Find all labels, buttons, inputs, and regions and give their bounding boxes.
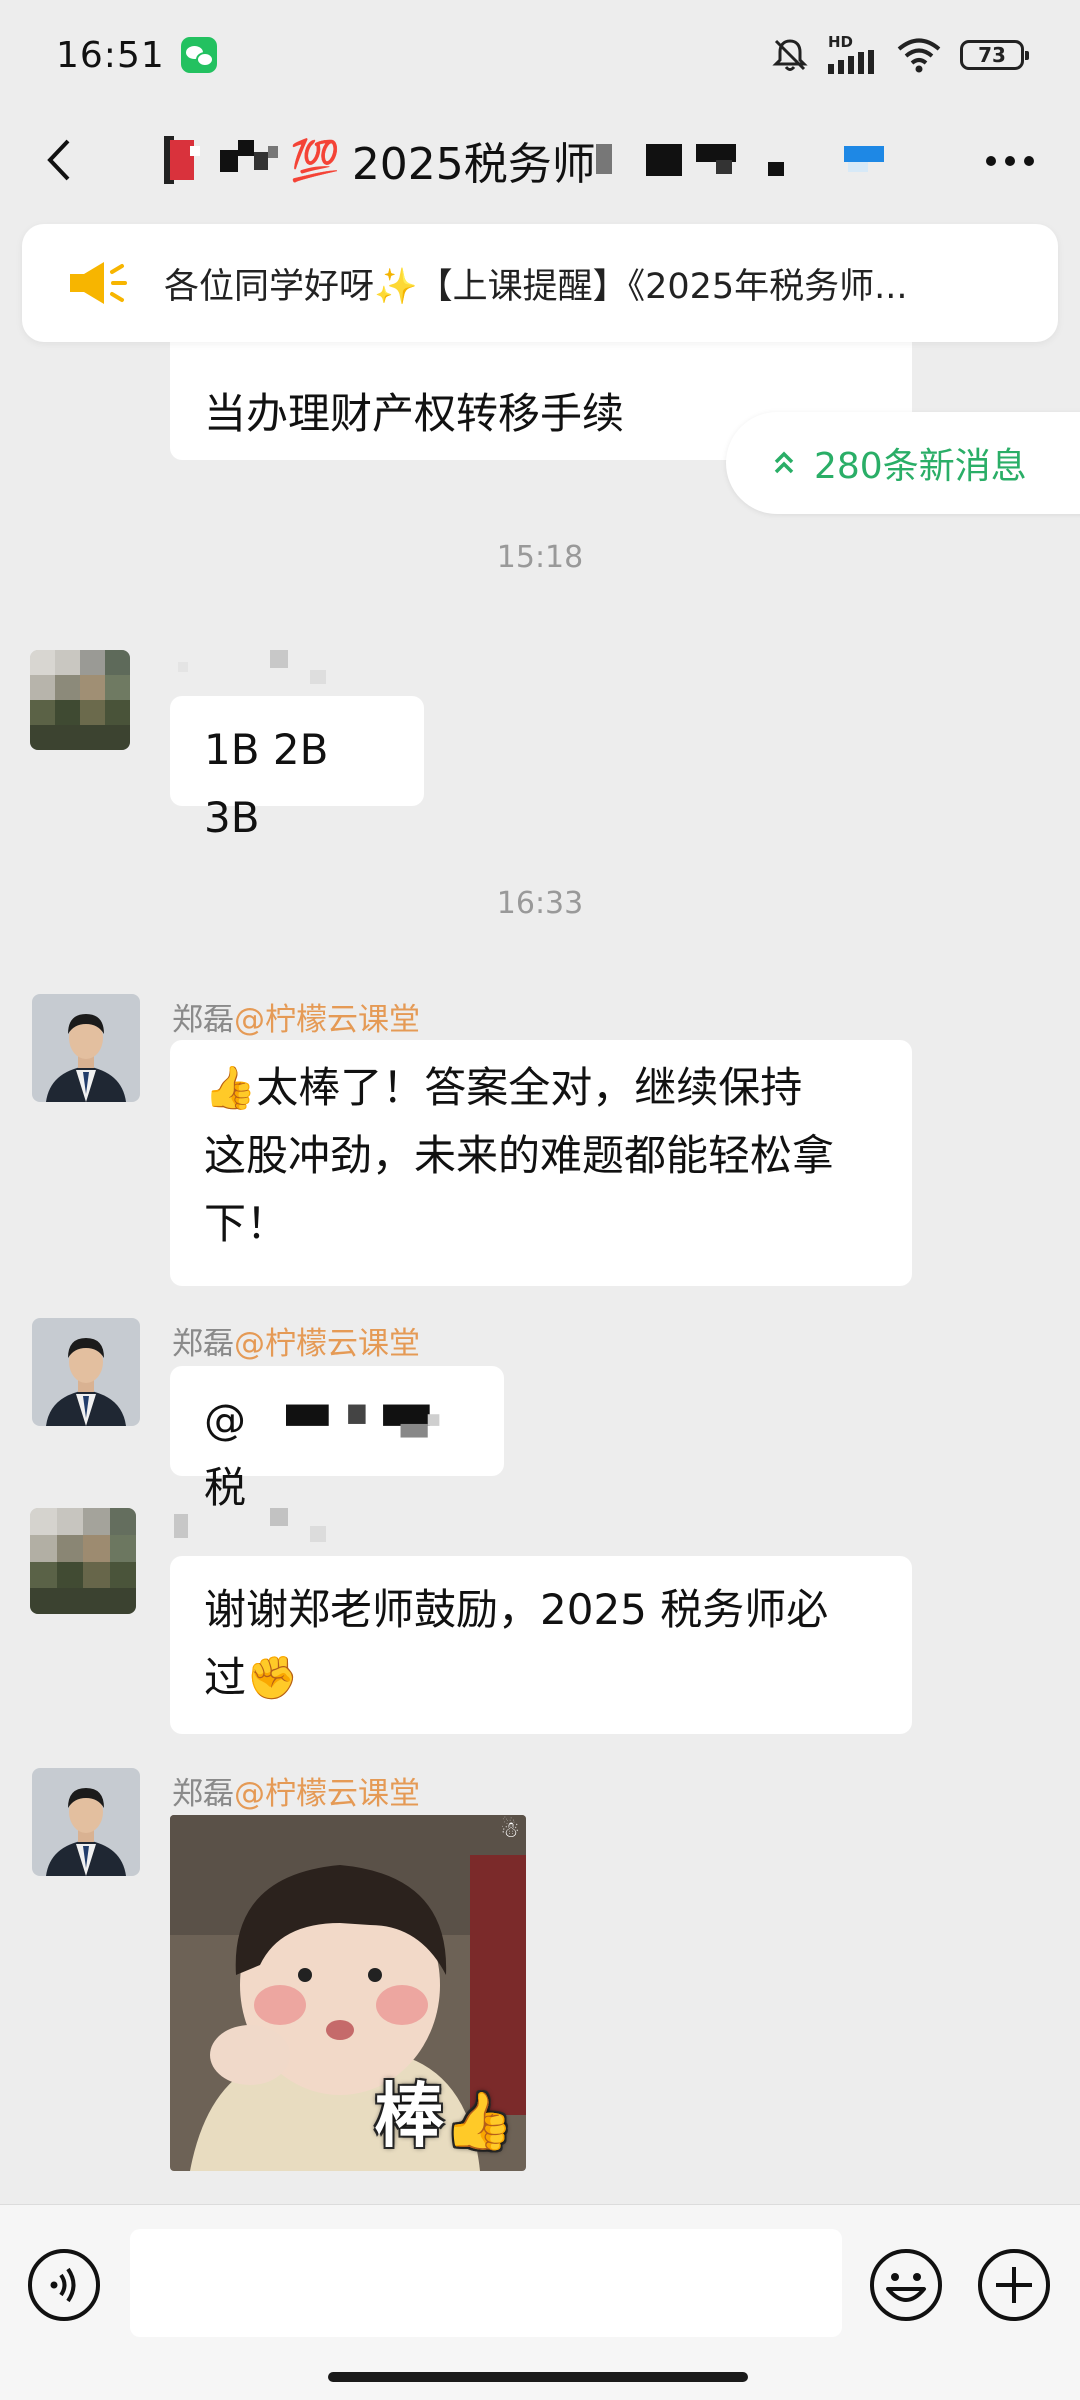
message-text: @税 [204, 1395, 247, 1512]
group-logo-icon [164, 136, 200, 184]
time-divider: 15:18 [496, 540, 584, 575]
censored-sender-name [178, 650, 326, 684]
battery-level: 73 [978, 43, 1006, 67]
title-emoji: 💯 [290, 137, 340, 184]
teacher-avatar[interactable] [32, 994, 140, 1102]
mute-bell-icon [772, 39, 808, 71]
sender-org: @柠檬云课堂 [234, 1002, 420, 1038]
double-chevron-up-icon [774, 451, 794, 474]
wechat-notification-icon [180, 37, 217, 73]
message-text-line-1: 谢谢郑老师鼓励，2025 税务师必 [204, 1585, 829, 1634]
message-bubble[interactable]: 👍太棒了！答案全对，继续保持 这股冲劲，未来的难题都能轻松拿 下！ [170, 1040, 912, 1286]
new-messages-label: 280条新消息 [814, 446, 1027, 487]
avatar[interactable] [30, 1508, 136, 1614]
signal-group: HD [828, 32, 878, 76]
teacher-avatar[interactable] [32, 1768, 140, 1876]
message-line: 👍太棒了！答案全对，继续保持 [204, 1054, 878, 1122]
censored-block [220, 140, 278, 172]
sender-name: 郑磊@柠檬云课堂 [172, 1768, 420, 1813]
battery-indicator: 73 [960, 40, 1029, 70]
signal-icon [828, 49, 874, 74]
more-actions-button[interactable] [976, 2247, 1052, 2323]
censored-block [595, 144, 884, 176]
sender-org: @柠檬云课堂 [234, 1326, 420, 1362]
voice-input-button[interactable] [26, 2247, 102, 2323]
more-icon[interactable] [970, 126, 1050, 196]
nav-bar: 💯 2025税务师 [0, 110, 1080, 210]
message-bubble[interactable]: @税 [170, 1366, 504, 1512]
input-bar [0, 2204, 1080, 2400]
group-announcement[interactable]: 各位同学好呀✨【上课提醒】《2025年税务师... [22, 224, 1058, 342]
sticker-caption-text: 棒 [374, 2075, 444, 2157]
status-icons: HD 73 [770, 32, 1029, 76]
network-label: HD [828, 32, 854, 51]
message-text-line-2: 这股冲劲，未来的难题都能轻松拿 [204, 1131, 835, 1180]
back-icon[interactable] [20, 120, 100, 200]
title-text: 2025税务师 [351, 139, 596, 190]
time-divider: 16:33 [496, 886, 584, 921]
sender-name-text: 郑磊 [172, 1776, 234, 1812]
fist-emoji: ✊ [246, 1653, 299, 1702]
teacher-avatar[interactable] [32, 1318, 140, 1426]
sender-name: 郑磊@柠檬云课堂 [172, 1318, 420, 1363]
svg-text:☃: ☃ [500, 1816, 520, 1843]
home-indicator[interactable] [328, 2372, 748, 2382]
sticker-thumbs-emoji: 👍 [444, 2089, 514, 2154]
status-time: 16:51 [56, 34, 165, 76]
message-text: 当办理财产权转移手续 [204, 389, 625, 438]
status-bar: 16:51 HD 73 [0, 0, 1080, 110]
announcement-text: 各位同学好呀✨【上课提醒】《2025年税务师... [164, 266, 908, 307]
message-text-line-1: 太棒了！答案全对，继续保持 [256, 1063, 803, 1112]
sticker-caption: 棒👍 [374, 2060, 514, 2161]
sender-name: 郑磊@柠檬云课堂 [172, 994, 420, 1039]
emoji-button[interactable] [868, 2247, 944, 2323]
message-text-line-3: 下！ [204, 1199, 289, 1248]
avatar[interactable] [30, 650, 130, 750]
sticker-image[interactable]: ☃ 棒👍 [170, 1815, 526, 2171]
emoji-icon [870, 2249, 942, 2321]
message-line: 过✊ [204, 1644, 878, 1712]
message-text: 1B 2B 3B [204, 725, 329, 842]
wifi-icon [897, 38, 941, 73]
new-messages-button[interactable]: 280条新消息 [726, 412, 1080, 514]
message-input[interactable] [130, 2229, 842, 2337]
message-bubble[interactable]: 1B 2B 3B [170, 696, 424, 842]
message-bubble[interactable]: 谢谢郑老师鼓励，2025 税务师必 过✊ [170, 1556, 912, 1734]
censored-sender-name [174, 1508, 326, 1542]
censored-mention [285, 1404, 439, 1438]
message-text-line-2: 过 [204, 1653, 247, 1702]
sender-name-text: 郑磊 [172, 1326, 234, 1362]
voice-icon [28, 2249, 100, 2321]
sender-org: @柠檬云课堂 [234, 1776, 420, 1812]
megaphone-icon [70, 262, 127, 304]
sender-name-text: 郑磊 [172, 1002, 234, 1038]
thumbs-up-emoji: 👍 [204, 1063, 257, 1112]
chat-title[interactable]: 💯 2025税务师 [160, 130, 886, 190]
plus-icon [978, 2249, 1050, 2321]
